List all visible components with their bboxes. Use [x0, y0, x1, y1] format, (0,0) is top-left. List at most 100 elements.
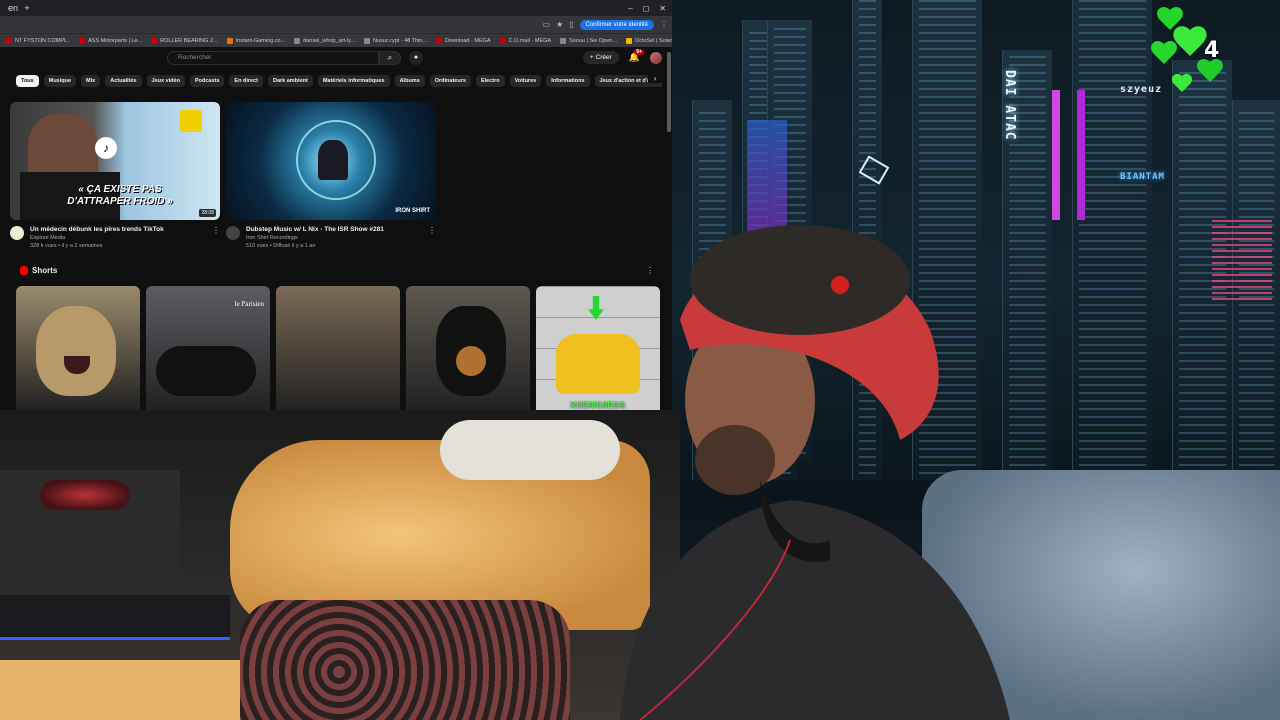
- bookmark-item[interactable]: dansel_whop_art-ly...: [294, 37, 356, 44]
- video-thumbnail[interactable]: ♪ « ÇA EXISTE PAS D'ATTRAPER FROID » 28:…: [10, 102, 220, 220]
- video-card[interactable]: IRON SHIRT Dubstep Music w/ L Nix - The …: [226, 102, 436, 249]
- thumbnail-caption: IRON SHIRT: [395, 208, 430, 214]
- microphone-icon[interactable]: ●: [409, 50, 423, 65]
- hearts-counter-icon: [1151, 7, 1223, 92]
- bookmark-favicon-icon: [436, 37, 443, 44]
- youtube-header: Rechercher ⌕ ● + Créer 🔔 9+: [0, 47, 672, 68]
- bookmark-favicon-icon: [151, 37, 158, 44]
- scrollbar[interactable]: [667, 52, 671, 132]
- filter-chip[interactable]: Podcasts: [189, 75, 225, 87]
- short-thumbnail[interactable]: [406, 286, 530, 410]
- video-duration: 28:08: [199, 209, 216, 217]
- bookmark-item[interactable]: OctoSel | Soleo: [625, 37, 672, 44]
- video-thumbnail[interactable]: IRON SHIRT: [226, 102, 436, 220]
- thumbnail-caption: « ÇA EXISTE PAS D'ATTRAPER FROID »: [67, 184, 173, 207]
- video-menu-icon[interactable]: ⋮: [212, 226, 220, 249]
- filter-chip[interactable]: Jeux vidéo: [146, 75, 185, 87]
- bookmark-item[interactable]: Nusuc.rypt · 48 Thin...: [364, 37, 428, 44]
- new-tab-icon[interactable]: +: [20, 2, 34, 14]
- streamer-webcam: [620, 225, 1010, 720]
- filter-chip[interactable]: Electro: [475, 75, 505, 87]
- short-thumbnail[interactable]: [276, 286, 400, 410]
- bookmark-label: OctoSel | Soleo: [634, 37, 672, 44]
- bookmark-label: ASS Motorparts | Le...: [88, 37, 143, 44]
- bookmark-label: C.O.mail · MEGA: [508, 37, 552, 44]
- bookmark-item[interactable]: ASS Motorparts | Le...: [79, 37, 143, 44]
- filter-chip[interactable]: Ordinateurs: [429, 75, 471, 87]
- notifications-bell-icon[interactable]: 🔔 9+: [629, 49, 644, 63]
- channel-avatar[interactable]: [226, 226, 240, 240]
- bookmark-favicon-icon: [560, 37, 567, 44]
- bookmarks-bar: NT FYSTON COMPL.. ASS Motorparts | Le... R…: [0, 33, 672, 47]
- city-sign-blue: BIANTAM: [1120, 172, 1165, 182]
- filter-chip[interactable]: Mix: [81, 75, 101, 87]
- video-stats: 510 vues • Diffusé il y a 1 an: [246, 243, 316, 249]
- shorts-logo-icon: [20, 266, 28, 275]
- shorts-title: Shorts: [32, 266, 58, 275]
- minimize-button[interactable]: –: [628, 4, 632, 13]
- stream-scene: DAI ATAC BIANTAM szyeuz en + – ◻ ✕ ▭ ★ ▯…: [0, 0, 1280, 720]
- search-input[interactable]: Rechercher: [167, 50, 379, 65]
- video-stats: 328 k vues • il y a 2 semaines: [30, 243, 103, 249]
- city-sign-vertical: DAI ATAC: [1002, 70, 1017, 141]
- close-button[interactable]: ✕: [659, 4, 666, 13]
- bookmark-item[interactable]: ROLLER BEARING 2...: [151, 37, 218, 44]
- notification-badge: 9+: [634, 49, 644, 55]
- address-bar: ▭ ★ ▯ Confirmer votre identité ⋮: [0, 16, 672, 33]
- filter-chip[interactable]: Actualités: [105, 75, 142, 87]
- short-caption: le Parisien: [234, 300, 264, 308]
- browser-titlebar: en + – ◻ ✕: [0, 0, 672, 16]
- bookmark-item[interactable]: NT FYSTON COMPL..: [6, 37, 71, 44]
- bookmark-favicon-icon: [294, 37, 301, 44]
- profile-verify-pill[interactable]: Confirmer votre identité: [579, 19, 654, 30]
- side-panel-icon[interactable]: ▯: [569, 20, 573, 29]
- bookmark-favicon-icon: [6, 37, 12, 44]
- bookmark-label: Nusuc.rypt · 48 Thin...: [373, 37, 428, 44]
- bookmark-favicon-icon: [364, 37, 371, 44]
- create-label: Créer: [595, 54, 612, 61]
- bookmark-item[interactable]: C.O.mail · MEGA: [499, 37, 552, 44]
- video-title[interactable]: Un médecin débunk les pires trends TikTo…: [30, 226, 164, 233]
- bookmark-favicon-icon: [79, 37, 86, 44]
- bookmark-label: ROLLER BEARING 2...: [160, 37, 218, 44]
- bookmark-item[interactable]: Instant-Gaming.co...: [226, 37, 286, 44]
- channel-avatar[interactable]: [10, 226, 24, 240]
- bookmark-label: Instant-Gaming.co...: [235, 37, 286, 44]
- filter-chip[interactable]: Musique: [43, 75, 77, 87]
- bookmark-item[interactable]: Soouu | Sie Open...: [560, 37, 617, 44]
- tab-label[interactable]: en: [6, 2, 20, 14]
- menu-icon[interactable]: ⋮: [660, 20, 668, 29]
- bookmark-item[interactable]: Download · MEGA: [436, 37, 491, 44]
- video-menu-icon[interactable]: ⋮: [428, 226, 436, 249]
- channel-name[interactable]: Explore Media: [30, 235, 164, 241]
- bookmark-label: NT FYSTON COMPL..: [15, 37, 71, 44]
- filter-chips-row: Tous Musique Mix Actualités Jeux vidéo Podcas…: [16, 74, 662, 88]
- filter-chip[interactable]: Dark ambient: [267, 75, 313, 87]
- filter-chip[interactable]: Informations: [546, 75, 590, 87]
- avatar[interactable]: [650, 51, 662, 64]
- shorts-header: Shorts ⋮: [20, 266, 654, 275]
- bookmark-label: Download · MEGA: [445, 37, 491, 44]
- channel-name[interactable]: Iron Shirt Recordings: [246, 235, 384, 241]
- filter-chip[interactable]: En direct: [229, 75, 263, 87]
- short-thumbnail[interactable]: le Parisien: [146, 286, 270, 410]
- short-thumbnail[interactable]: [16, 286, 140, 410]
- bookmark-label: dansel_whop_art-ly...: [303, 37, 356, 44]
- create-button[interactable]: + Créer: [582, 51, 619, 64]
- bookmark-favicon-icon: [499, 37, 506, 44]
- screen-share-icon[interactable]: ▭: [543, 20, 551, 29]
- maximize-button[interactable]: ◻: [643, 4, 650, 13]
- filter-chip[interactable]: Tous: [16, 75, 39, 87]
- tiktok-logo-icon: ♪: [95, 137, 117, 159]
- video-title[interactable]: Dubstep Music w/ L Nix - The ISR Show #2…: [246, 226, 384, 233]
- chevron-right-icon[interactable]: ›: [648, 74, 662, 83]
- video-card[interactable]: ♪ « ÇA EXISTE PAS D'ATTRAPER FROID » 28:…: [10, 102, 220, 249]
- filter-chip[interactable]: Albums: [394, 75, 425, 87]
- filter-chip[interactable]: Voitures: [509, 75, 542, 87]
- heart-count: 4: [1204, 38, 1220, 63]
- bookmark-star-icon[interactable]: ★: [556, 20, 563, 29]
- bookmark-favicon-icon: [625, 37, 632, 44]
- search-icon[interactable]: ⌕: [379, 50, 401, 65]
- filter-chip[interactable]: Matériels informatiques: [317, 75, 390, 87]
- bookmark-label: Soouu | Sie Open...: [569, 37, 617, 44]
